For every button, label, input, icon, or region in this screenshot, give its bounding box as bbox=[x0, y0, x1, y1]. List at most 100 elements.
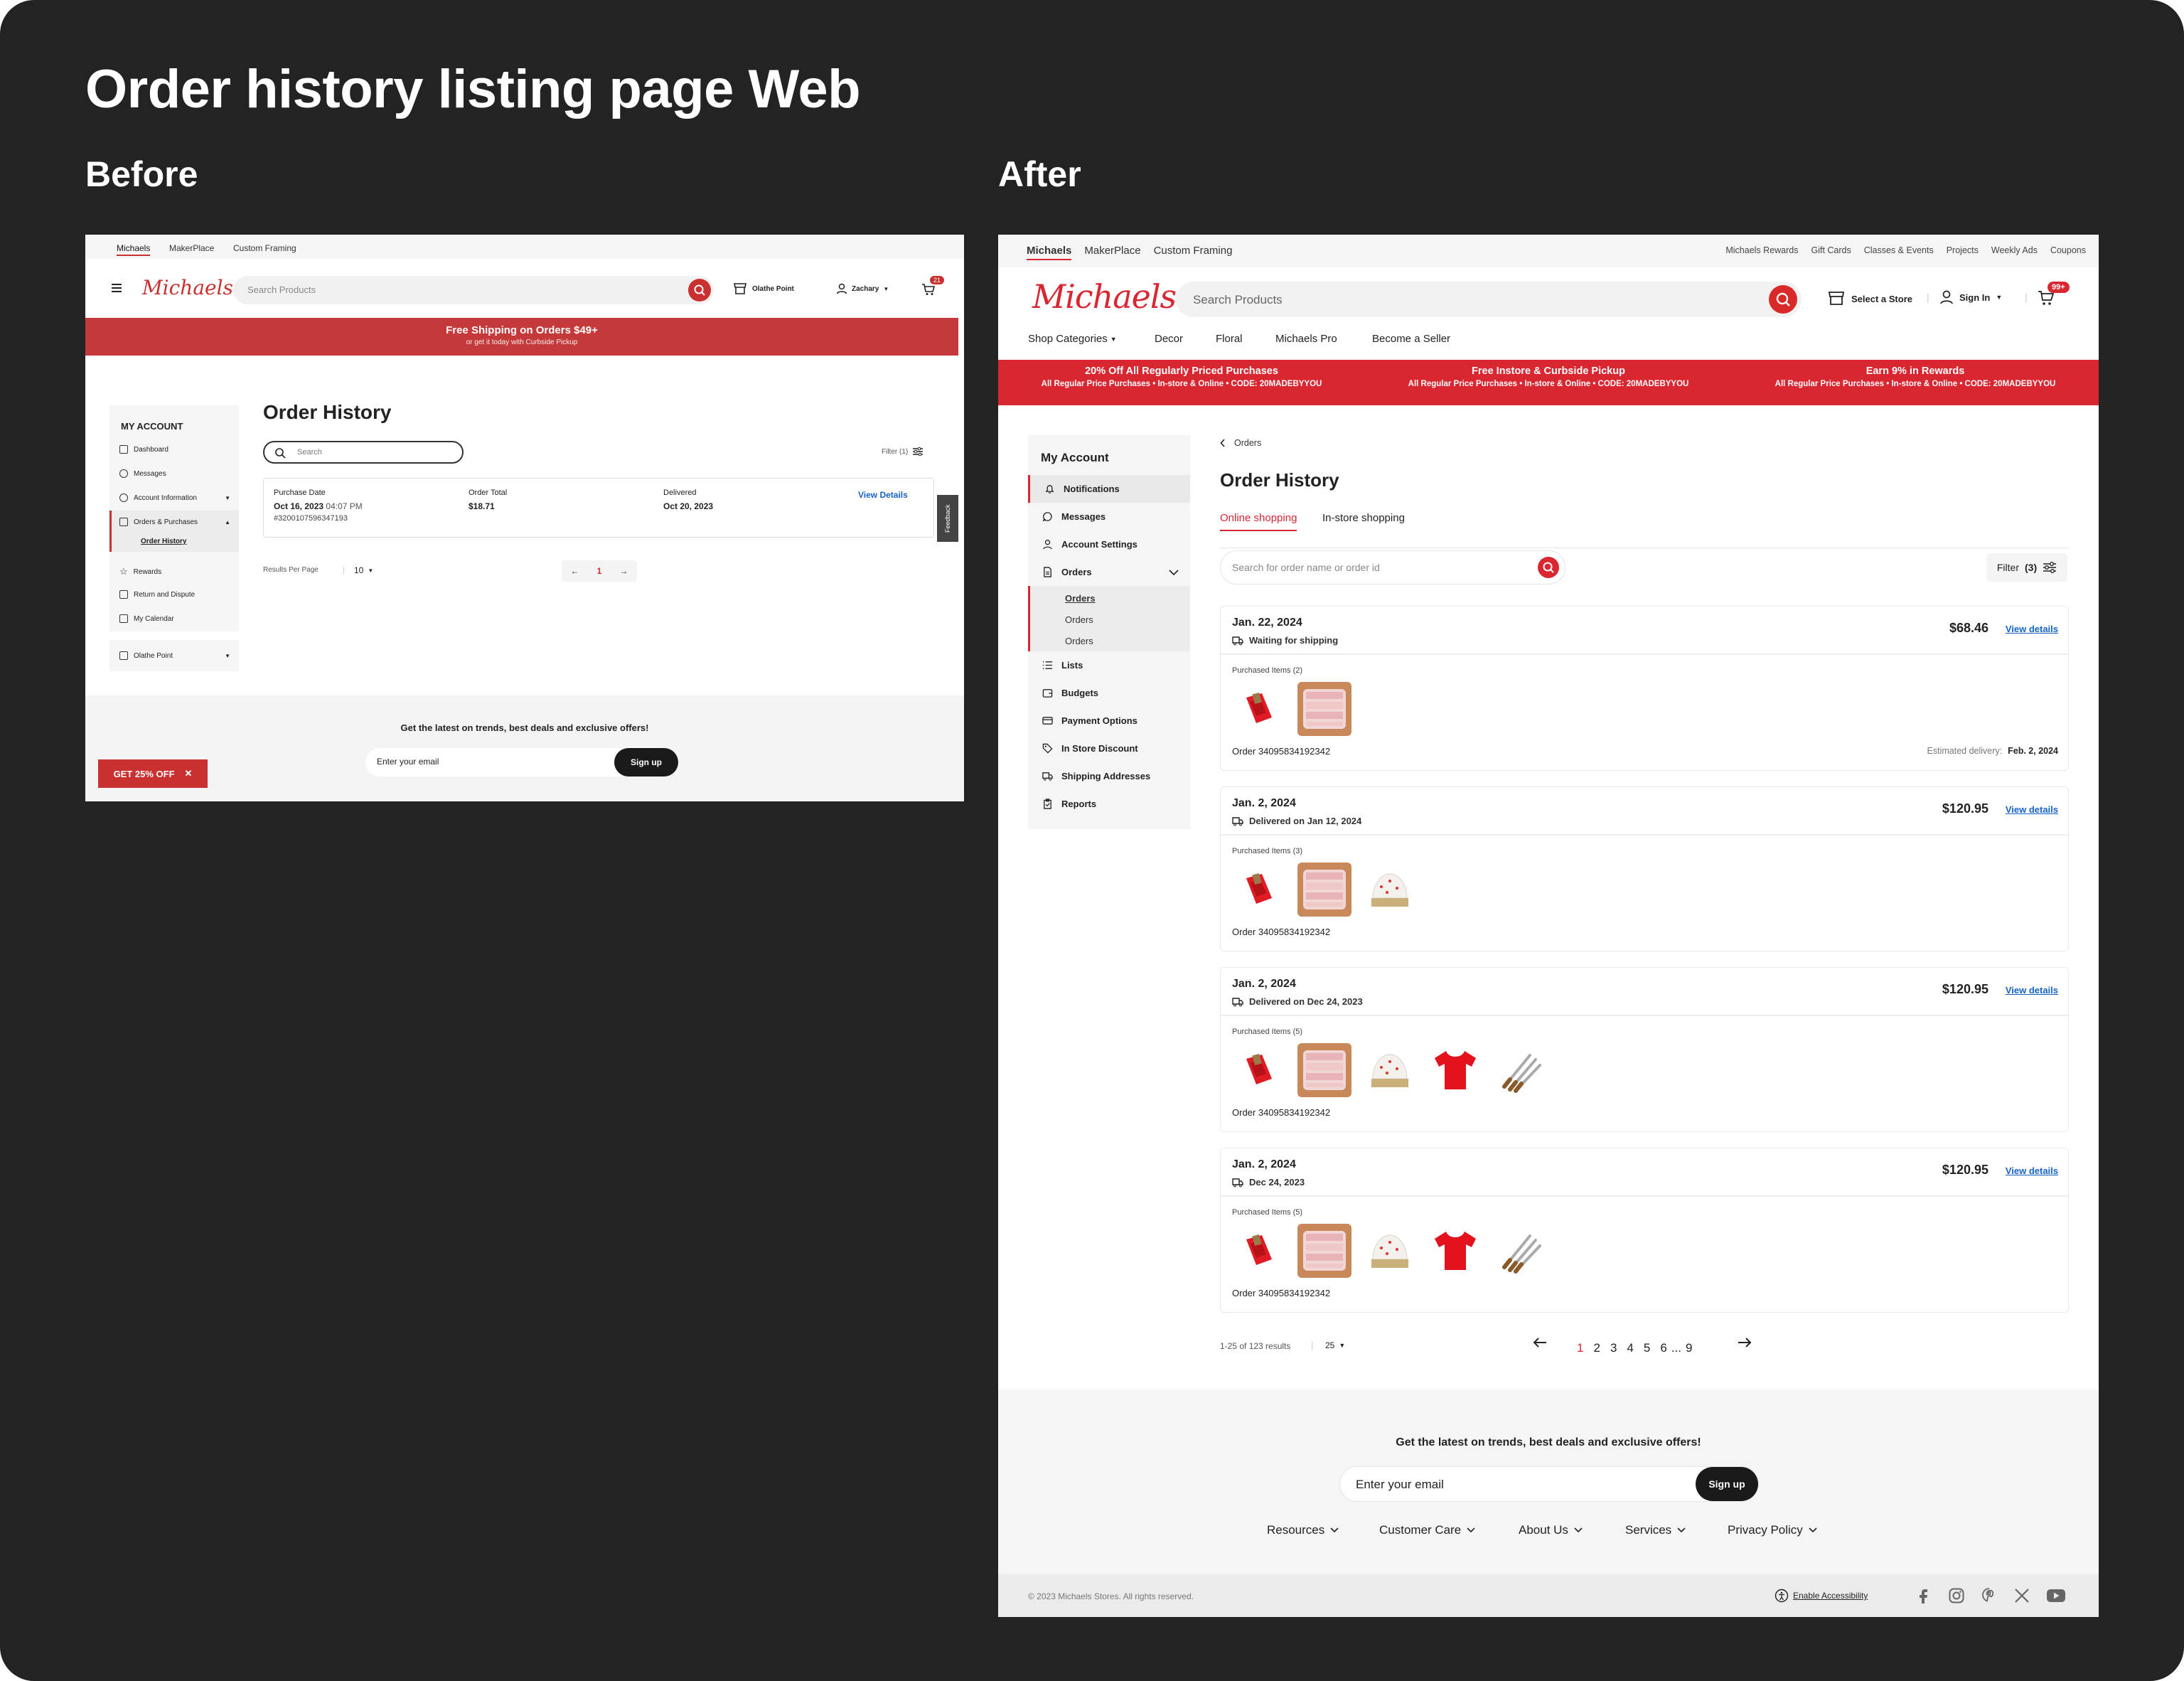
next-arrow-icon[interactable]: → bbox=[619, 566, 628, 576]
sidebar-subitem-orders[interactable]: Orders bbox=[1065, 636, 1093, 646]
order-card[interactable]: Jan. 2, 2024 Delivered on Dec 24, 2023 $… bbox=[1220, 967, 2069, 1132]
search-button[interactable] bbox=[1769, 285, 1797, 314]
product-thumbnail[interactable] bbox=[1494, 1043, 1548, 1097]
order-search-input[interactable]: Search bbox=[263, 441, 464, 464]
select-store[interactable]: Select a Store bbox=[1829, 292, 1912, 306]
top-link-projects[interactable]: Projects bbox=[1947, 245, 1979, 255]
product-thumbnail[interactable] bbox=[1232, 682, 1286, 736]
sidebar-item-lists[interactable]: Lists bbox=[1028, 651, 1190, 679]
promo-item[interactable]: Earn 9% in Rewards All Regular Price Purc… bbox=[1732, 365, 2099, 388]
hamburger-menu-icon[interactable] bbox=[111, 283, 122, 293]
youtube-icon[interactable] bbox=[2046, 1588, 2066, 1603]
sign-in-menu[interactable]: Sign In ▼ bbox=[1939, 290, 2002, 304]
view-details-link[interactable]: View details bbox=[2006, 804, 2058, 815]
next-arrow-icon[interactable] bbox=[1738, 1337, 1752, 1348]
signup-button[interactable]: Sign up bbox=[614, 748, 678, 777]
tab-in-store-shopping[interactable]: In-store shopping bbox=[1322, 512, 1405, 524]
order-card[interactable]: Jan. 2, 2024 Delivered on Jan 12, 2024 $… bbox=[1220, 786, 2069, 951]
footer-link-services[interactable]: Services bbox=[1625, 1523, 1686, 1537]
prev-arrow-icon[interactable]: ← bbox=[571, 566, 579, 576]
accessibility-link[interactable]: Enable Accessibility bbox=[1774, 1589, 1868, 1603]
sidebar-item-account-info[interactable]: Account Information ▼ bbox=[119, 493, 230, 502]
store-selector[interactable]: Olathe Point bbox=[734, 283, 794, 294]
top-link-makerplace[interactable]: MakerPlace bbox=[1084, 245, 1140, 260]
product-thumbnail[interactable] bbox=[1363, 863, 1417, 917]
page-link[interactable]: 9 bbox=[1686, 1341, 1692, 1355]
discount-badge[interactable]: GET 25% OFF ✕ bbox=[98, 759, 208, 788]
page-link[interactable]: 6 bbox=[1660, 1341, 1666, 1355]
top-link-rewards[interactable]: Michaels Rewards bbox=[1725, 245, 1798, 255]
sidebar-item-reports[interactable]: Reports bbox=[1028, 790, 1190, 818]
order-card[interactable]: Jan. 2, 2024 Dec 24, 2023 $120.95 View d… bbox=[1220, 1148, 2069, 1313]
nav-shop-categories[interactable]: Shop Categories ▼ bbox=[1028, 333, 1117, 345]
sidebar-item-messages[interactable]: Messages bbox=[1028, 503, 1190, 530]
product-thumbnail[interactable] bbox=[1428, 1224, 1482, 1278]
promo-item[interactable]: Free Instore & Curbside Pickup All Regula… bbox=[1365, 365, 1732, 388]
product-thumbnail[interactable] bbox=[1363, 1224, 1417, 1278]
top-link-coupons[interactable]: Coupons bbox=[2050, 245, 2086, 255]
sidebar-item-rewards[interactable]: ☆ Rewards bbox=[119, 566, 161, 577]
nav-floral[interactable]: Floral bbox=[1216, 333, 1243, 345]
instagram-icon[interactable] bbox=[1948, 1587, 1965, 1604]
breadcrumb[interactable]: Orders bbox=[1220, 438, 1261, 448]
footer-link-about-us[interactable]: About Us bbox=[1519, 1523, 1583, 1537]
sidebar-item-dashboard[interactable]: Dashboard bbox=[119, 445, 168, 454]
promo-banner[interactable]: Free Shipping on Orders $49+ or get it t… bbox=[85, 318, 958, 356]
sidebar-item-messages[interactable]: Messages bbox=[119, 469, 166, 478]
page-link[interactable]: 2 bbox=[1593, 1341, 1600, 1355]
product-thumbnail[interactable] bbox=[1494, 1224, 1548, 1278]
per-page-select[interactable]: 25 ▼ bbox=[1325, 1340, 1345, 1350]
sidebar-item-budgets[interactable]: Budgets bbox=[1028, 679, 1190, 707]
sidebar-store-card[interactable]: Olathe Point ▼ bbox=[109, 640, 239, 671]
product-thumbnail[interactable] bbox=[1232, 863, 1286, 917]
order-row[interactable]: Purchase Date Oct 16, 2023 04:07 PM #320… bbox=[263, 478, 934, 538]
product-thumbnail[interactable] bbox=[1232, 1224, 1286, 1278]
facebook-icon[interactable] bbox=[1915, 1587, 1932, 1604]
sidebar-item-orders[interactable]: Orders bbox=[1028, 558, 1190, 586]
user-menu[interactable]: Zachary ▼ bbox=[836, 283, 889, 294]
view-details-link[interactable]: View details bbox=[2006, 1165, 2058, 1176]
newsletter-email-input[interactable]: Enter your email Sign up bbox=[1339, 1466, 1759, 1502]
michaels-logo[interactable]: Michaels bbox=[142, 276, 233, 299]
x-twitter-icon[interactable] bbox=[2013, 1587, 2030, 1604]
sidebar-item-payment[interactable]: Payment Options bbox=[1028, 707, 1190, 735]
footer-link-resources[interactable]: Resources bbox=[1267, 1523, 1339, 1537]
product-thumbnail[interactable] bbox=[1297, 863, 1351, 917]
footer-link-customer-care[interactable]: Customer Care bbox=[1379, 1523, 1475, 1537]
nav-michaels-pro[interactable]: Michaels Pro bbox=[1275, 333, 1337, 345]
nav-become-seller[interactable]: Become a Seller bbox=[1372, 333, 1450, 345]
tab-online-shopping[interactable]: Online shopping bbox=[1220, 512, 1297, 531]
signup-button[interactable]: Sign up bbox=[1696, 1467, 1758, 1501]
page-link-current[interactable]: 1 bbox=[1577, 1341, 1583, 1355]
product-thumbnail[interactable] bbox=[1428, 1043, 1482, 1097]
order-search-input[interactable]: Search for order name or order id bbox=[1220, 550, 1565, 585]
top-link-michaels[interactable]: Michaels bbox=[1027, 245, 1072, 260]
sidebar-item-calendar[interactable]: My Calendar bbox=[119, 614, 174, 623]
sidebar-item-return-dispute[interactable]: Return and Dispute bbox=[119, 590, 195, 599]
sidebar-item-account-settings[interactable]: Account Settings bbox=[1028, 530, 1190, 558]
sidebar-item-notifications[interactable]: Notifications bbox=[1028, 475, 1190, 503]
newsletter-email-input[interactable]: Enter your email Sign up bbox=[365, 748, 678, 777]
nav-decor[interactable]: Decor bbox=[1155, 333, 1183, 345]
top-link-weekly-ads[interactable]: Weekly Ads bbox=[1991, 245, 2038, 255]
feedback-tab[interactable]: Feedback bbox=[937, 495, 958, 542]
view-details-link[interactable]: View details bbox=[2006, 985, 2058, 996]
sidebar-item-order-history[interactable]: Order History bbox=[141, 538, 186, 545]
order-search-button[interactable] bbox=[1538, 557, 1559, 578]
promo-item[interactable]: 20% Off All Regularly Priced Purchases Al… bbox=[998, 365, 1365, 388]
sidebar-item-orders-purchases[interactable]: Orders & Purchases ▲ bbox=[119, 518, 230, 526]
filter-button[interactable]: Filter (3) bbox=[1986, 553, 2067, 582]
top-link-makerplace[interactable]: MakerPlace bbox=[169, 243, 214, 253]
page-link[interactable]: 4 bbox=[1627, 1341, 1633, 1355]
michaels-logo[interactable]: Michaels bbox=[1032, 277, 1177, 316]
search-input[interactable]: Search Products bbox=[233, 276, 714, 304]
top-link-classes[interactable]: Classes & Events bbox=[1864, 245, 1934, 255]
page-link[interactable]: 5 bbox=[1644, 1341, 1650, 1355]
cart-icon[interactable] bbox=[921, 283, 936, 296]
top-link-custom-framing[interactable]: Custom Framing bbox=[233, 243, 296, 253]
sidebar-subitem-orders[interactable]: Orders bbox=[1065, 614, 1093, 625]
top-link-michaels[interactable]: Michaels bbox=[117, 243, 151, 256]
view-details-link[interactable]: View details bbox=[2006, 624, 2058, 634]
footer-link-privacy[interactable]: Privacy Policy bbox=[1728, 1523, 1817, 1537]
product-thumbnail[interactable] bbox=[1297, 1224, 1351, 1278]
